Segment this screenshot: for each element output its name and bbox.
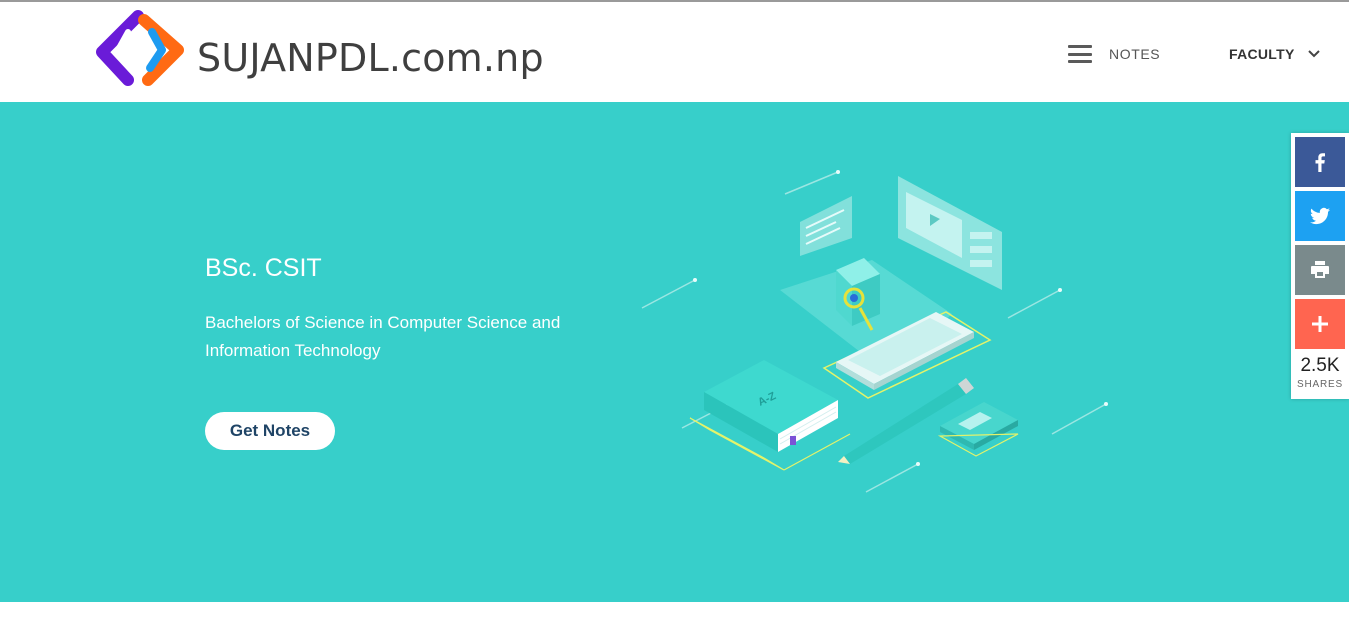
hero-title: BSc. CSIT (205, 254, 322, 282)
share-count: 2.5K (1300, 355, 1340, 376)
floating-video-panel (898, 176, 1002, 290)
calculator (937, 402, 1019, 457)
get-notes-button[interactable]: Get Notes (205, 412, 335, 450)
site-header: SUJANPDL.com.np NOTES FACULTY (0, 2, 1349, 102)
facebook-share-button[interactable] (1295, 137, 1345, 187)
nav-faculty-label: FACULTY (1229, 46, 1295, 62)
nav-notes[interactable]: NOTES (1068, 42, 1160, 66)
more-share-button[interactable] (1295, 299, 1345, 349)
print-button[interactable] (1295, 245, 1345, 295)
plus-icon (1312, 316, 1328, 332)
book: A-Z (689, 360, 851, 471)
nav-faculty-dropdown[interactable]: FACULTY (1229, 42, 1321, 66)
menu-icon[interactable] (1068, 45, 1092, 63)
brand-name[interactable]: SUJANPDL.com.np (197, 36, 544, 80)
hero-description: Bachelors of Science in Computer Science… (205, 313, 561, 360)
hero-banner: BSc. CSIT Bachelors of Science in Comput… (0, 102, 1349, 602)
site-logo[interactable] (92, 6, 190, 94)
nav-notes-label: NOTES (1109, 46, 1161, 62)
print-icon (1311, 261, 1329, 278)
twitter-share-button[interactable] (1295, 191, 1345, 241)
facebook-icon (1315, 153, 1325, 172)
education-illustration: A-Z (641, 170, 1108, 493)
twitter-icon (1310, 207, 1330, 225)
floating-panel-small (800, 196, 852, 256)
social-share-bar: 2.5K SHARES (1291, 133, 1349, 399)
share-count-label: SHARES (1297, 379, 1343, 390)
chevron-down-icon (1307, 50, 1320, 58)
